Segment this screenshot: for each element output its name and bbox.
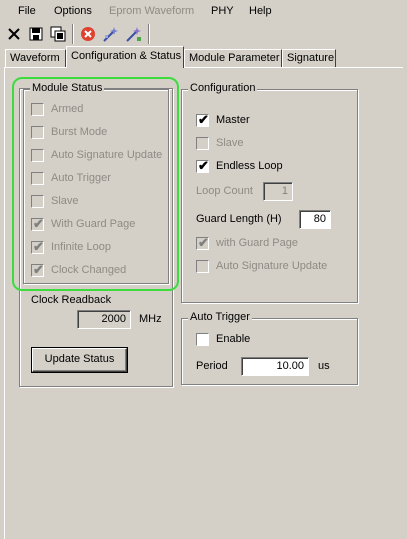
config-auto-signature-update-checkbox <box>196 260 209 273</box>
clock-readback-label: Clock Readback <box>31 294 112 306</box>
endless-loop-checkbox[interactable]: ✔ <box>196 158 209 173</box>
with-guard-page-label: with Guard Page <box>216 237 298 249</box>
loop-count-field: 1 <box>263 182 293 201</box>
wizard-alt-icon[interactable] <box>125 25 143 43</box>
clock-unit-label: MHz <box>139 313 162 325</box>
menu-file[interactable]: File <box>18 5 36 17</box>
loop-count-label: Loop Count <box>196 185 253 197</box>
clock-readback-field: 2000 <box>77 310 131 329</box>
copy-icon[interactable] <box>49 25 67 43</box>
config-auto-signature-update-label: Auto Signature Update <box>216 260 328 272</box>
close-icon[interactable] <box>5 25 23 43</box>
tab-configuration-status[interactable]: Configuration & Status <box>66 46 184 68</box>
auto-trigger-title: Auto Trigger <box>188 311 252 323</box>
tab-waveform[interactable]: Waveform <box>5 49 66 67</box>
period-unit-label: us <box>318 360 330 372</box>
module-status-highlight <box>12 77 179 291</box>
toolbar-separator <box>72 24 74 44</box>
period-field[interactable]: 10.00 <box>241 357 309 376</box>
with-guard-page-checkbox: ✔ <box>196 235 209 250</box>
menu-eprom-waveform[interactable]: Eprom Waveform <box>109 5 194 17</box>
menu-bar: File Options Eprom Waveform PHY Help <box>0 0 407 22</box>
update-status-button[interactable]: Update Status <box>31 347 128 373</box>
enable-label: Enable <box>216 333 251 345</box>
guard-length-field[interactable]: 80 <box>299 210 331 229</box>
configuration-title: Configuration <box>188 82 258 94</box>
stop-icon[interactable] <box>79 25 97 43</box>
menu-options[interactable]: Options <box>54 5 92 17</box>
period-label: Period <box>196 360 228 372</box>
enable-checkbox[interactable] <box>196 333 209 346</box>
master-label: Master <box>216 114 250 126</box>
slave-checkbox <box>196 137 209 150</box>
master-checkbox[interactable]: ✔ <box>196 112 209 127</box>
tab-module-parameter[interactable]: Module Parameter <box>184 49 282 67</box>
save-icon[interactable] <box>27 25 45 43</box>
slave-label: Slave <box>216 137 244 149</box>
guard-length-label: Guard Length (H) <box>196 213 282 225</box>
endless-loop-label: Endless Loop <box>216 160 283 172</box>
toolbar <box>0 22 407 46</box>
tab-signature[interactable]: Signature <box>282 49 336 67</box>
toolbar-separator <box>148 24 150 44</box>
menu-phy[interactable]: PHY <box>211 5 234 17</box>
wizard-icon[interactable] <box>102 25 120 43</box>
menu-help[interactable]: Help <box>249 5 272 17</box>
